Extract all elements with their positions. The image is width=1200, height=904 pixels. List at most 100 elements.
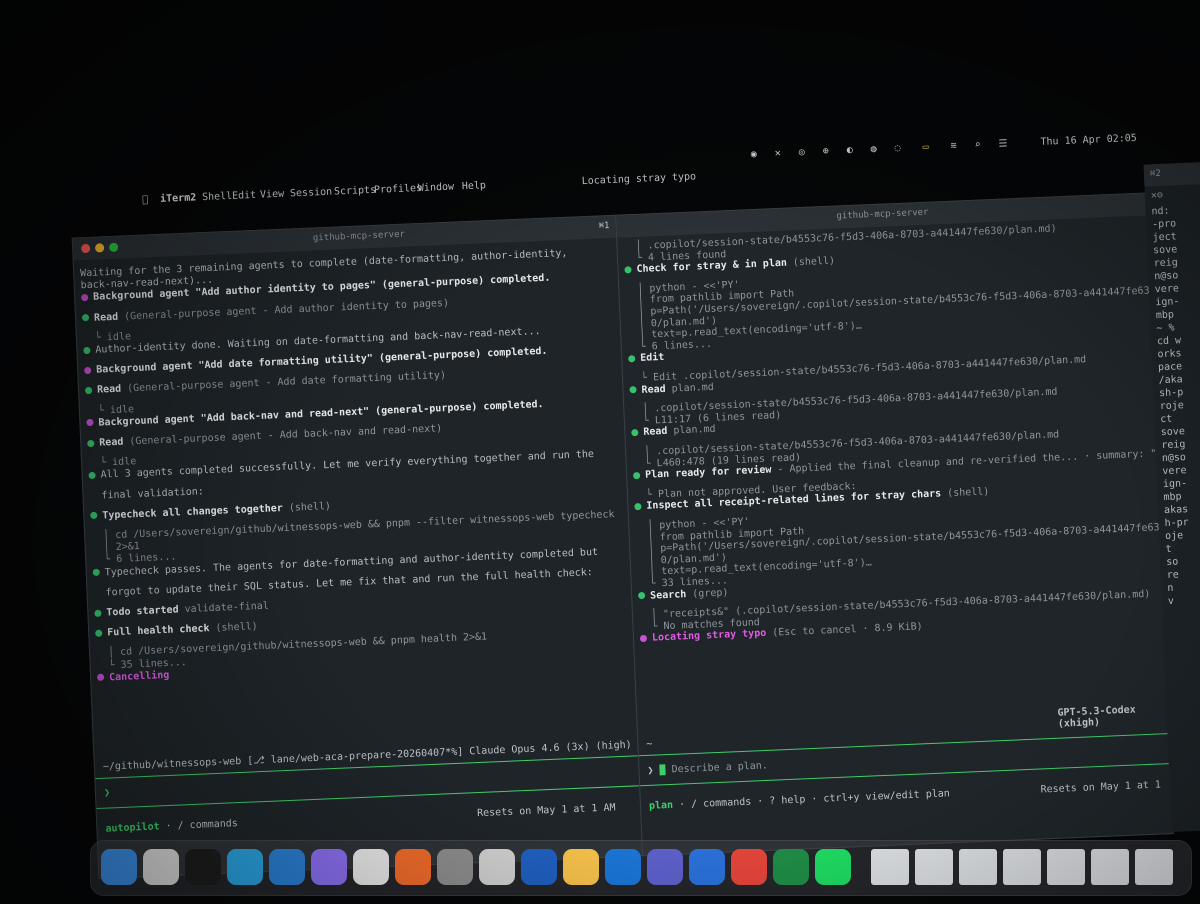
narrow-pane-line: n xyxy=(1167,582,1174,595)
left-terminal-pane[interactable]: github-mcp-server Waiting for the 3 rema… xyxy=(71,214,645,880)
status-icon[interactable]: ⊕ xyxy=(823,146,829,157)
log-entry-title: Read xyxy=(93,311,119,324)
terminal-icon[interactable] xyxy=(185,849,221,885)
acrobat-icon[interactable] xyxy=(731,849,767,885)
battery-icon[interactable]: ▭ xyxy=(922,142,928,153)
telegram-icon[interactable] xyxy=(227,849,263,885)
settings-icon[interactable] xyxy=(437,849,473,885)
log-entry-title: Typecheck all changes together xyxy=(102,502,284,522)
chatgpt-icon[interactable] xyxy=(353,849,389,885)
log-entry-detail: plan.md xyxy=(665,381,714,395)
teams-icon[interactable] xyxy=(647,849,683,885)
menu-item-edit[interactable]: Edit xyxy=(232,190,257,202)
right-pane-title: github-mcp-server xyxy=(836,207,929,222)
minimized-window-thumbnail[interactable] xyxy=(871,849,909,885)
status-icon[interactable]: ◐ xyxy=(846,145,852,156)
narrow-pane-line: roje xyxy=(1159,400,1185,413)
narrow-pane-line: mbp xyxy=(1163,491,1182,504)
narrow-pane-line: vere xyxy=(1154,283,1180,296)
zoom-window-button[interactable] xyxy=(108,242,119,253)
narrow-pane-line: re xyxy=(1166,569,1180,582)
firefox-icon[interactable] xyxy=(395,849,431,885)
left-footer-commands: · / commands xyxy=(159,818,239,833)
menu-item-session[interactable]: Session xyxy=(290,187,333,200)
text-cursor xyxy=(659,764,666,776)
minimized-window-thumbnail[interactable] xyxy=(959,849,997,885)
status-dot-icon xyxy=(92,568,100,577)
minimize-window-button[interactable] xyxy=(94,243,105,253)
menu-item-scripts[interactable]: Scripts xyxy=(334,185,377,198)
narrow-pane-line: reig xyxy=(1161,439,1186,452)
log-entry-detail: (General-purpose agent - Add author iden… xyxy=(117,297,450,323)
menu-item-profiles[interactable]: Profiles xyxy=(374,183,423,196)
right-footer-resets: Resets on May 1 at 1 xyxy=(1040,779,1162,796)
spotify-icon[interactable] xyxy=(815,849,851,885)
messenger-icon[interactable] xyxy=(311,849,347,885)
narrow-pane-line: nd: xyxy=(1151,205,1170,218)
log-entry-detail: plan.md xyxy=(667,424,716,438)
status-dot-icon xyxy=(87,439,95,447)
status-dot-icon xyxy=(81,293,89,302)
log-entry-title: Read xyxy=(643,426,668,439)
tab-indicator[interactable]: ⌘2 xyxy=(1150,169,1161,179)
menu-item-shell[interactable]: Shell xyxy=(202,191,233,203)
log-entry-detail: (shell) xyxy=(282,500,332,514)
screen:  iTerm2 Shell Edit View Session Scripts… xyxy=(60,102,1200,880)
log-entry-detail: (General-purpose agent - Add date format… xyxy=(120,370,447,396)
log-entry: Search (grep) xyxy=(638,587,729,603)
status-dot-icon xyxy=(84,386,93,395)
excel-icon[interactable] xyxy=(773,849,809,885)
minimized-window-thumbnail[interactable] xyxy=(1047,849,1085,885)
menu-item-app[interactable]: iTerm2 xyxy=(160,192,197,205)
status-icon[interactable]: ◎ xyxy=(799,147,805,158)
calendar-icon[interactable] xyxy=(689,849,725,885)
plan-input-placeholder[interactable]: Describe a plan. xyxy=(671,760,768,775)
status-icon[interactable]: ◉ xyxy=(751,149,757,160)
menu-item-view[interactable]: View xyxy=(260,189,285,201)
minimized-window-thumbnail[interactable] xyxy=(915,849,953,885)
wifi-icon[interactable]: ≋ xyxy=(950,140,956,151)
status-icon[interactable]: ◍ xyxy=(870,144,876,155)
menu-item-window[interactable]: Window xyxy=(418,182,455,195)
minimized-window-thumbnail[interactable] xyxy=(1003,849,1041,885)
status-dot-icon xyxy=(96,673,105,682)
left-footer-resets: Resets on May 1 at 1 AM xyxy=(476,802,616,820)
log-entry: Full health check (shell) xyxy=(95,621,258,640)
close-window-button[interactable] xyxy=(80,243,91,254)
minimized-window-thumbnail[interactable] xyxy=(1135,849,1173,885)
status-icon[interactable]: ✕ xyxy=(775,148,781,159)
right-mode-label: plan xyxy=(648,799,674,812)
model-label: GPT-5.3-Codex (xhigh) xyxy=(1057,704,1136,730)
menu-item-help[interactable]: Help xyxy=(462,180,487,192)
status-icon[interactable]: ◌ xyxy=(894,143,900,154)
close-pane-icon[interactable]: ✕⊖ xyxy=(1151,190,1163,201)
right-prompt: ❯ xyxy=(647,765,654,777)
narrow-pane-line: oje xyxy=(1164,530,1184,543)
status-dot-icon xyxy=(95,629,103,637)
bitwarden-icon[interactable] xyxy=(521,849,557,885)
apple-icon[interactable]:  xyxy=(142,194,148,205)
log-entry-detail: (shell) xyxy=(209,621,258,635)
minimized-window-thumbnail[interactable] xyxy=(1091,849,1129,885)
search-icon[interactable]: ⌕ xyxy=(974,139,980,150)
left-pane-title: github-mcp-server xyxy=(312,229,406,244)
right-footer: plan · / commands · ? help · ctrl+y view… xyxy=(649,788,950,812)
outlook-icon[interactable] xyxy=(605,849,641,885)
screenshot-icon[interactable] xyxy=(479,849,515,885)
figma-icon[interactable] xyxy=(563,849,599,885)
narrow-pane-line: sh-p xyxy=(1158,387,1184,400)
right-prompt-row[interactable]: ❯ Describe a plan. xyxy=(647,760,768,777)
left-footer: autopilot · / commands xyxy=(105,818,238,835)
finder-icon[interactable] xyxy=(101,849,137,885)
log-entry-detail: validate-final xyxy=(178,600,270,616)
status-dot-icon xyxy=(86,419,94,427)
narrow-pane-line: orks xyxy=(1157,348,1182,361)
status-dot-icon xyxy=(632,471,641,479)
launchpad-icon[interactable] xyxy=(143,849,179,885)
vscode-icon[interactable] xyxy=(269,849,305,885)
control-center-icon[interactable]: ☰ xyxy=(998,138,1007,149)
log-entry-detail: (shell) xyxy=(786,255,836,269)
narrow-pane-line: n@so xyxy=(1154,270,1179,283)
right-terminal-pane[interactable]: github-mcp-server ⌘1 │ .copilot/session-… xyxy=(598,192,1174,857)
left-prompt[interactable]: ❯ xyxy=(104,787,110,798)
